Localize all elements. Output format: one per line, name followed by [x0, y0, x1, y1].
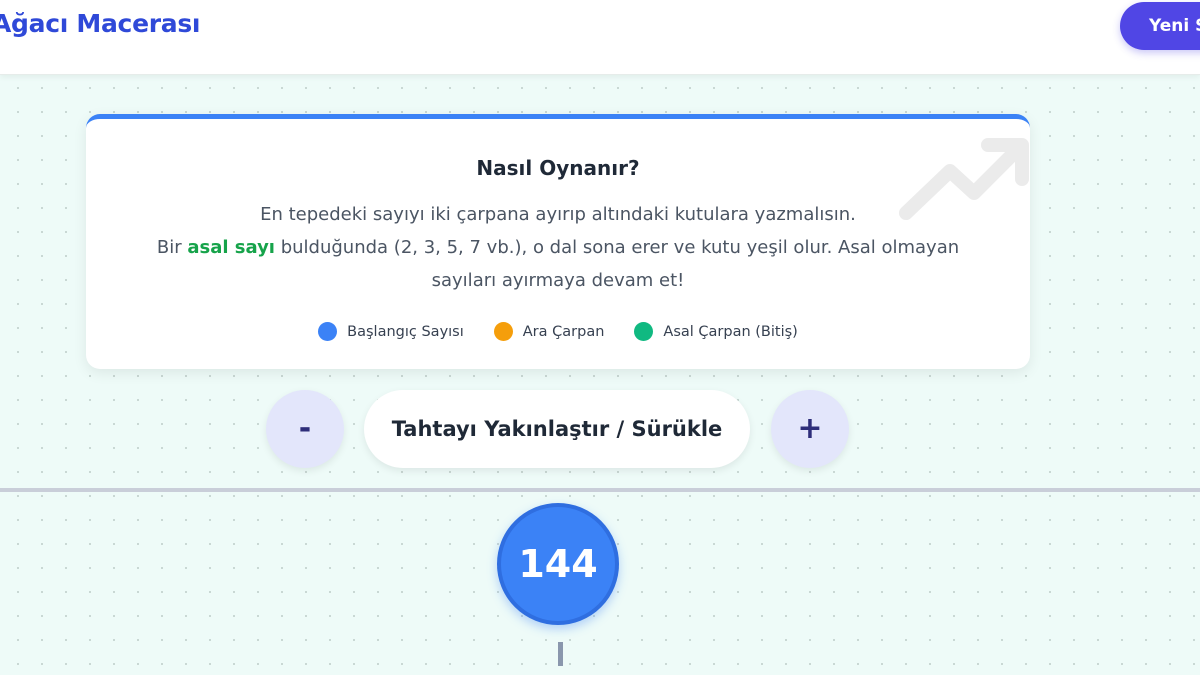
- start-color-dot: [318, 322, 338, 341]
- prime-number-highlight: asal sayı: [187, 237, 275, 258]
- root-number-node[interactable]: 144: [497, 503, 619, 625]
- zoom-drag-label: Tahtayı Yakınlaştır / Sürükle: [364, 390, 750, 468]
- legend-item-intermediate: Ara Çarpan: [493, 322, 605, 341]
- instruction-line-2: Bir asal sayı bulduğunda (2, 3, 5, 7 vb.…: [86, 237, 1030, 258]
- legend-label-prime: Asal Çarpan (Bitiş): [663, 323, 798, 340]
- how-to-play-card: Nasıl Oynanır? En tepedeki sayıyı iki ça…: [86, 114, 1030, 369]
- prime-color-dot: [634, 322, 654, 341]
- color-legend: Başlangıç Sayısı Ara Çarpan Asal Çarpan …: [86, 322, 1030, 341]
- instruction-line-3: sayıları ayırmaya devam et!: [431, 270, 685, 291]
- game-page: Ağacı Macerası Yeni S Nasıl Oynanır? En …: [0, 0, 1200, 675]
- board-divider: [0, 488, 1200, 492]
- legend-item-start: Başlangıç Sayısı: [318, 322, 464, 341]
- intermediate-color-dot: [493, 322, 513, 341]
- how-to-play-title: Nasıl Oynanır?: [476, 156, 640, 180]
- legend-label-start: Başlangıç Sayısı: [347, 323, 464, 340]
- new-game-button[interactable]: Yeni S: [1120, 2, 1200, 50]
- legend-label-intermediate: Ara Çarpan: [522, 323, 605, 340]
- app-header: Ağacı Macerası Yeni S: [0, 0, 1200, 75]
- instruction-line-2-prefix: Bir: [156, 237, 188, 258]
- zoom-in-button[interactable]: +: [771, 390, 849, 468]
- app-title: Ağacı Macerası: [0, 9, 201, 38]
- zoom-out-button[interactable]: -: [266, 390, 344, 468]
- instruction-line-1: En tepedeki sayıyı iki çarpana ayırıp al…: [260, 204, 856, 225]
- instruction-line-2-suffix: bulduğunda (2, 3, 5, 7 vb.), o dal sona …: [274, 237, 960, 258]
- root-branch-line: [558, 642, 563, 666]
- legend-item-prime: Asal Çarpan (Bitiş): [634, 322, 798, 341]
